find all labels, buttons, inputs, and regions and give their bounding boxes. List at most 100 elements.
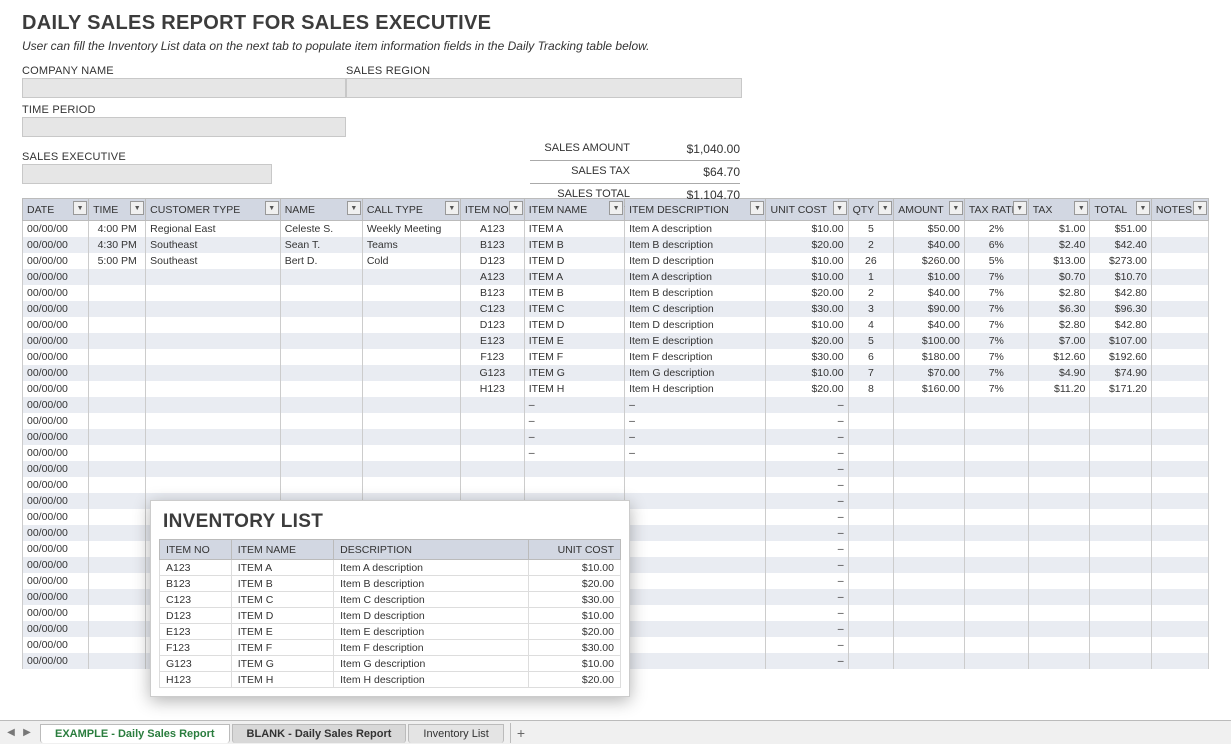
cell[interactable] <box>1028 573 1090 589</box>
filter-dropdown-icon[interactable] <box>833 201 847 215</box>
cell[interactable] <box>964 605 1028 621</box>
cell[interactable] <box>89 461 146 477</box>
cell[interactable] <box>1028 637 1090 653</box>
cell[interactable] <box>362 349 460 365</box>
cell[interactable] <box>362 317 460 333</box>
cell[interactable]: – <box>766 461 848 477</box>
cell[interactable] <box>524 461 624 477</box>
cell[interactable] <box>1151 269 1208 285</box>
cell[interactable]: – <box>766 445 848 461</box>
tab-add-button[interactable]: + <box>510 723 528 743</box>
cell[interactable]: – <box>625 429 766 445</box>
cell[interactable]: 4:00 PM <box>89 221 146 237</box>
cell[interactable]: 00/00/00 <box>23 397 89 413</box>
cell[interactable]: $10.00 <box>766 269 848 285</box>
cell[interactable] <box>894 621 965 637</box>
cell[interactable] <box>1090 637 1152 653</box>
cell[interactable] <box>146 317 281 333</box>
cell[interactable]: $107.00 <box>1090 333 1152 349</box>
table-row[interactable]: 00/00/00––– <box>23 429 1209 445</box>
region-input[interactable] <box>346 78 742 98</box>
cell[interactable] <box>1151 317 1208 333</box>
cell[interactable] <box>848 493 894 509</box>
cell[interactable] <box>460 429 524 445</box>
cell[interactable] <box>1028 525 1090 541</box>
cell[interactable]: Cold <box>362 253 460 269</box>
cell[interactable] <box>89 637 146 653</box>
cell[interactable] <box>89 381 146 397</box>
cell[interactable] <box>1028 605 1090 621</box>
cell[interactable]: 00/00/00 <box>23 381 89 397</box>
cell[interactable]: E123 <box>460 333 524 349</box>
cell[interactable] <box>625 589 766 605</box>
cell[interactable] <box>964 541 1028 557</box>
cell[interactable] <box>89 589 146 605</box>
cell[interactable] <box>894 557 965 573</box>
cell[interactable]: ITEM B <box>524 237 624 253</box>
cell[interactable]: $171.20 <box>1090 381 1152 397</box>
cell[interactable]: Item D description <box>625 317 766 333</box>
cell[interactable]: – <box>766 397 848 413</box>
filter-dropdown-icon[interactable] <box>130 201 144 215</box>
cell[interactable] <box>89 653 146 669</box>
cell[interactable] <box>280 317 362 333</box>
cell[interactable] <box>894 605 965 621</box>
cell[interactable]: Item A description <box>625 269 766 285</box>
cell[interactable]: – <box>766 429 848 445</box>
cell[interactable] <box>460 461 524 477</box>
cell[interactable] <box>362 429 460 445</box>
col-header[interactable]: TAX <box>1028 199 1090 221</box>
cell[interactable]: – <box>766 525 848 541</box>
cell[interactable]: Sean T. <box>280 237 362 253</box>
cell[interactable] <box>1028 557 1090 573</box>
cell[interactable]: $20.00 <box>766 381 848 397</box>
cell[interactable]: A123 <box>460 269 524 285</box>
cell[interactable] <box>1151 589 1208 605</box>
cell[interactable]: 8 <box>848 381 894 397</box>
cell[interactable]: $0.70 <box>1028 269 1090 285</box>
cell[interactable]: 00/00/00 <box>23 445 89 461</box>
cell[interactable] <box>280 285 362 301</box>
col-header[interactable]: TIME <box>89 199 146 221</box>
cell[interactable]: – <box>766 589 848 605</box>
cell[interactable] <box>964 557 1028 573</box>
col-header[interactable]: NOTES <box>1151 199 1208 221</box>
cell[interactable]: ITEM H <box>524 381 624 397</box>
cell[interactable] <box>1151 285 1208 301</box>
cell[interactable] <box>894 493 965 509</box>
cell[interactable] <box>362 477 460 493</box>
cell[interactable] <box>894 509 965 525</box>
cell[interactable]: – <box>766 557 848 573</box>
cell[interactable] <box>89 573 146 589</box>
cell[interactable] <box>894 461 965 477</box>
cell[interactable]: B123 <box>460 237 524 253</box>
cell[interactable]: Item C description <box>625 301 766 317</box>
cell[interactable]: $10.00 <box>766 253 848 269</box>
cell[interactable]: 00/00/00 <box>23 509 89 525</box>
cell[interactable] <box>280 381 362 397</box>
tab-prev-icon[interactable]: ◀ <box>4 726 18 740</box>
table-row[interactable]: 00/00/005:00 PMSoutheastBert D.ColdD123I… <box>23 253 1209 269</box>
cell[interactable]: – <box>766 509 848 525</box>
cell[interactable]: – <box>766 621 848 637</box>
cell[interactable] <box>89 269 146 285</box>
cell[interactable] <box>89 509 146 525</box>
cell[interactable]: 6% <box>964 237 1028 253</box>
filter-dropdown-icon[interactable] <box>609 201 623 215</box>
cell[interactable] <box>1151 525 1208 541</box>
cell[interactable] <box>625 653 766 669</box>
cell[interactable] <box>146 333 281 349</box>
cell[interactable] <box>1151 253 1208 269</box>
cell[interactable]: $4.90 <box>1028 365 1090 381</box>
cell[interactable] <box>280 333 362 349</box>
cell[interactable] <box>964 525 1028 541</box>
cell[interactable]: 00/00/00 <box>23 269 89 285</box>
cell[interactable]: Item B description <box>625 285 766 301</box>
cell[interactable] <box>894 637 965 653</box>
cell[interactable] <box>894 589 965 605</box>
cell[interactable] <box>1090 397 1152 413</box>
cell[interactable]: Weekly Meeting <box>362 221 460 237</box>
cell[interactable]: $20.00 <box>766 333 848 349</box>
cell[interactable]: 3 <box>848 301 894 317</box>
cell[interactable]: – <box>625 397 766 413</box>
